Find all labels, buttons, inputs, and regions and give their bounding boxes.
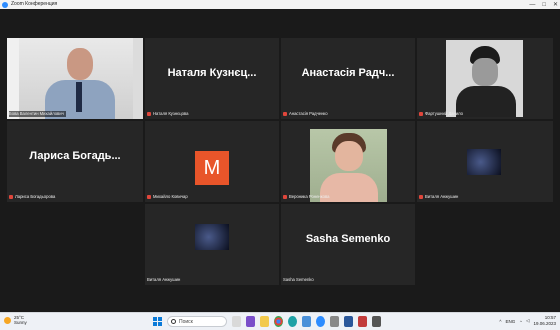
participant-name: Наталя Кузнєцова [153, 111, 189, 116]
mic-muted-icon [147, 112, 151, 116]
participant-name: Фартушний Данило [425, 111, 463, 116]
participant-tile[interactable]: Вероника Роненкова [281, 121, 415, 202]
close-button[interactable]: ✕ [553, 1, 558, 8]
participant-thumbnail [195, 224, 229, 250]
app-icon[interactable] [372, 316, 381, 327]
volume-icon[interactable]: ◁ [526, 318, 529, 324]
participant-tile[interactable]: Лариса Богадь... Лариса Богадьорова [7, 121, 143, 202]
participant-name: Михайло Ковичар [153, 194, 188, 199]
chrome-icon[interactable] [274, 316, 283, 327]
participant-tile[interactable]: Sasha Semenko Sasha Semenko [281, 204, 415, 285]
participant-video [310, 129, 387, 202]
store-icon[interactable] [302, 316, 311, 327]
mic-muted-icon [419, 195, 423, 199]
search-placeholder: Поиск [179, 318, 193, 325]
sun-icon [4, 316, 11, 324]
taskbar-search[interactable]: Поиск [167, 316, 227, 327]
clock[interactable]: 10:57 19.06.2023 [533, 315, 556, 327]
participant-video [7, 38, 143, 119]
windows-taskbar: 25°C Sunny Поиск ^ ENG ◔ ◁ 10:57 19.06.2… [0, 312, 560, 330]
participant-tile[interactable]: Наталя Кузнєц... Наталя Кузнєцова [145, 38, 279, 119]
maximize-button[interactable]: □ [542, 2, 546, 8]
participant-name: Виталя Анжушин [147, 277, 181, 282]
participant-tile[interactable]: Анастасія Радч... Анастасія Радченко [281, 38, 415, 119]
mic-muted-icon [283, 112, 287, 116]
zoom-logo-icon [2, 1, 8, 8]
edge-icon[interactable] [288, 316, 297, 327]
file-explorer-icon[interactable] [260, 316, 269, 327]
participant-name: Бова Валентин Михайлович [9, 111, 64, 116]
system-tray: ^ ENG ◔ ◁ 10:57 19.06.2023 [499, 315, 556, 327]
participant-display-name: Наталя Кузнєц... [167, 67, 257, 79]
clock-date: 19.06.2023 [533, 321, 556, 326]
mic-muted-icon [147, 195, 151, 199]
tray-chevron-icon[interactable]: ^ [499, 319, 501, 324]
participant-tile[interactable]: Виталя Анжушин [417, 121, 553, 202]
word-icon[interactable] [344, 316, 353, 327]
start-button[interactable] [153, 317, 162, 326]
participant-display-name: Sasha Semenko [305, 233, 391, 245]
participant-name: Вероника Роненкова [289, 194, 330, 199]
participant-name: Анастасія Радченко [289, 111, 328, 116]
wifi-icon[interactable]: ◔ [519, 319, 522, 324]
participant-name: Виталя Анжушин [425, 194, 459, 199]
participant-tile[interactable]: Бова Валентин Михайлович [7, 38, 143, 119]
search-icon [171, 319, 176, 324]
app-icon[interactable] [358, 316, 367, 327]
gallery-view: Бова Валентин Михайлович Наталя Кузнєц..… [0, 9, 560, 312]
zoom-app-icon[interactable] [316, 316, 325, 327]
weather-text: Sunny [14, 320, 27, 325]
participant-display-name: Анастасія Радч... [301, 67, 395, 79]
taskbar-apps [232, 316, 381, 327]
participant-video [446, 40, 523, 117]
window-titlebar: Zoom Конференция — □ ✕ [0, 0, 560, 9]
app-icon[interactable] [246, 316, 255, 327]
mic-muted-icon [9, 195, 13, 199]
mic-muted-icon [283, 195, 287, 199]
participant-name: Лариса Богадьорова [15, 194, 56, 199]
app-icon[interactable] [330, 316, 339, 327]
minimize-button[interactable]: — [529, 2, 535, 8]
participant-tile[interactable]: Виталя Анжушин [145, 204, 279, 285]
language-indicator[interactable]: ENG [506, 319, 516, 324]
participant-avatar: M [195, 151, 229, 185]
participant-tile[interactable]: M Михайло Ковичар [145, 121, 279, 202]
window-controls: — □ ✕ [529, 0, 558, 9]
window-title: Zoom Конференция [11, 1, 58, 7]
participant-thumbnail [467, 149, 501, 175]
app-icon[interactable] [232, 316, 241, 327]
mic-muted-icon [419, 112, 423, 116]
participant-display-name: Лариса Богадь... [29, 150, 121, 162]
participant-tile[interactable]: Фартушний Данило [417, 38, 553, 119]
participant-name: Sasha Semenko [283, 277, 314, 282]
weather-widget[interactable]: 25°C Sunny [4, 315, 27, 325]
